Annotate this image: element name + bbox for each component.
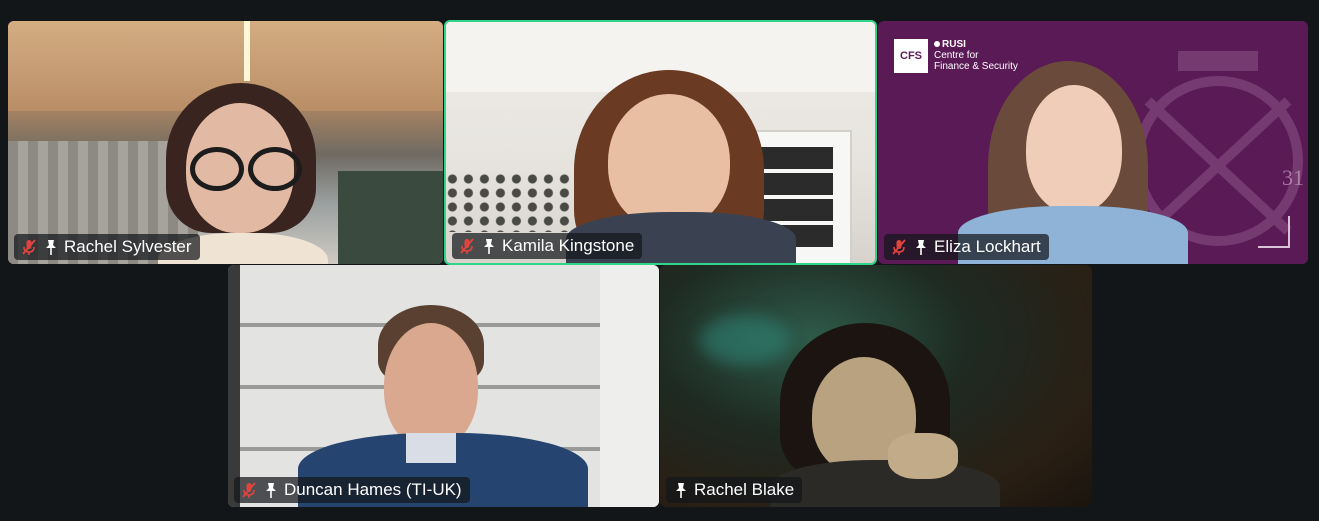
participant-name: Duncan Hames (TI-UK) — [284, 480, 462, 499]
participant-name: Rachel Sylvester — [64, 237, 192, 256]
video-tile-rachel-blake[interactable]: Rachel Blake — [660, 265, 1092, 507]
participant-video — [660, 265, 1092, 507]
participant-name: Eliza Lockhart — [934, 237, 1041, 256]
video-tile-eliza-lockhart[interactable]: 31 CFS RUSI Centre for Finance & Securit… — [878, 21, 1308, 264]
rusi-logo: CFS RUSI Centre for Finance & Security — [894, 39, 1018, 73]
video-gallery: Rachel Sylvester Kamila Kingstone 31 CFS… — [0, 0, 1319, 521]
logo-line1: Centre for — [934, 50, 979, 61]
pin-icon[interactable] — [42, 238, 60, 256]
participant-video: 31 CFS RUSI Centre for Finance & Securit… — [878, 21, 1308, 264]
muted-microphone-icon — [240, 481, 258, 499]
pin-icon[interactable] — [672, 481, 690, 499]
muted-microphone-icon — [890, 238, 908, 256]
muted-microphone-icon — [458, 237, 476, 255]
muted-microphone-icon — [20, 238, 38, 256]
pin-icon[interactable] — [912, 238, 930, 256]
participant-nameplate: Rachel Sylvester — [14, 234, 200, 260]
participant-video — [228, 265, 659, 507]
video-tile-kamila-kingstone[interactable]: Kamila Kingstone — [444, 20, 877, 265]
participant-nameplate: Kamila Kingstone — [452, 233, 643, 259]
pin-icon[interactable] — [480, 237, 498, 255]
participant-video — [8, 21, 443, 264]
participant-nameplate: Eliza Lockhart — [884, 234, 1049, 260]
participant-name: Rachel Blake — [694, 480, 795, 499]
participant-nameplate: Rachel Blake — [666, 477, 803, 503]
pin-icon[interactable] — [262, 481, 280, 499]
participant-video — [446, 22, 875, 263]
video-tile-rachel-sylvester[interactable]: Rachel Sylvester — [8, 21, 443, 264]
corner-number: 31 — [1282, 165, 1304, 190]
logo-line2: Finance & Security — [934, 61, 1018, 72]
participant-name: Kamila Kingstone — [502, 236, 635, 255]
participant-nameplate: Duncan Hames (TI-UK) — [234, 477, 470, 503]
video-tile-duncan-hames[interactable]: Duncan Hames (TI-UK) — [228, 265, 659, 507]
logo-mark: CFS — [900, 50, 922, 62]
logo-org: RUSI — [942, 39, 966, 50]
